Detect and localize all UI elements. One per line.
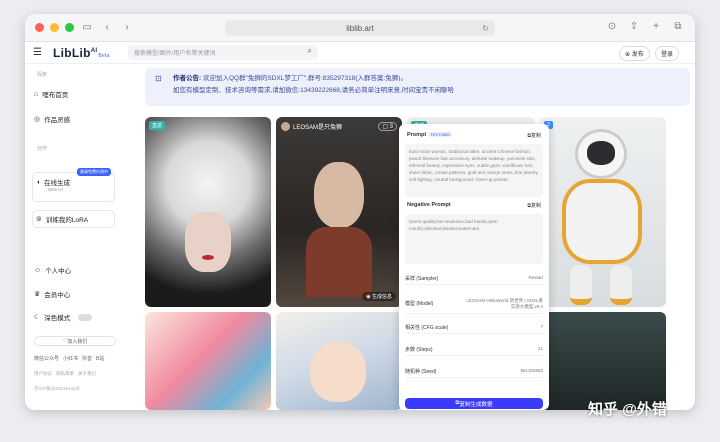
toggle-switch[interactable] bbox=[78, 313, 93, 321]
back-icon[interactable]: ‹ bbox=[100, 22, 114, 33]
gallery-card[interactable]: 直返 bbox=[145, 117, 271, 307]
astronaut-leg bbox=[610, 265, 632, 305]
hamburger-menu-icon[interactable]: ☰ bbox=[33, 47, 47, 58]
sidebar-item-inspiration[interactable]: ◎ 作品灵感 bbox=[34, 114, 70, 124]
prompt-text: East Asian woman, traditional attire, an… bbox=[405, 144, 543, 197]
download-icon[interactable]: ⊙ bbox=[605, 21, 619, 32]
sidebar: 探索 ⌂ 哩布首页 ◎ 作品灵感 创作 邀请免费内测中 ◐ 在线生成 Web UI ⊚… bbox=[25, 64, 122, 410]
portrait-face bbox=[310, 342, 366, 402]
generation-info-panel: Prompt TEXT2IMG ⧉复制 East Asian woman, tra… bbox=[399, 124, 549, 410]
portrait-face bbox=[185, 212, 231, 272]
sidebar-item-online-gen[interactable]: 邀请免费内测中 ◐ 在线生成 Web UI bbox=[32, 168, 115, 202]
join-us-button[interactable]: ♡ 加入我们 bbox=[34, 336, 116, 346]
card-badge: 直返 bbox=[149, 121, 166, 130]
maximize-window-button[interactable] bbox=[65, 23, 74, 32]
gallery-card[interactable]: 3 bbox=[540, 117, 666, 307]
visor-shape bbox=[587, 141, 615, 165]
sidebar-item-train-lora[interactable]: ⊚ 训练我的LoRA bbox=[32, 210, 115, 228]
moon-icon: ☾ bbox=[34, 314, 41, 321]
param-steps: 步数 (Steps) 21 bbox=[405, 343, 543, 356]
minimize-window-button[interactable] bbox=[50, 23, 59, 32]
user-icon: ☺ bbox=[34, 266, 42, 274]
bulb-icon: ◎ bbox=[34, 116, 41, 123]
author-name[interactable]: LEOSAM是只兔狮 bbox=[293, 122, 342, 131]
site-header: ☰ LibLibAIBeta 搜索模型/图片/用户名等关键词 ⌕ ⊕ 发布 登录 bbox=[25, 42, 695, 64]
author-notice: ⊡ 作者公告: 欢迎加入QQ群"兔狮的SDXL梦工厂",群号:835297318… bbox=[145, 68, 690, 106]
prompt-label: Prompt TEXT2IMG bbox=[407, 132, 453, 138]
new-tab-icon[interactable]: + bbox=[649, 21, 663, 32]
sidebar-section-explore: 探索 bbox=[37, 72, 48, 78]
footer-link[interactable]: 用户协议 bbox=[34, 371, 52, 377]
sidebar-item-home[interactable]: ⌂ 哩布首页 bbox=[34, 89, 68, 100]
footer-link[interactable]: 关于我们 bbox=[78, 371, 96, 377]
footer-link[interactable]: 微信公众号 bbox=[34, 355, 59, 362]
browser-chrome: ▭ ‹ › liblib.art ↻ ⊙ ⇪ + ⧉ bbox=[25, 14, 695, 42]
param-model: 模型 (Model) LEOSAM HelloWorld 新世界 | SDXL真实… bbox=[405, 294, 543, 314]
copy-negative-button[interactable]: ⧉复制 bbox=[527, 202, 541, 209]
portrait-face bbox=[314, 162, 364, 228]
copy-generation-data-button[interactable]: ⧉ 复制生成数据 bbox=[405, 398, 543, 409]
avatar[interactable] bbox=[281, 121, 290, 131]
beta-tag: 邀请免费内测中 bbox=[77, 168, 111, 176]
search-icon[interactable]: ⌕ bbox=[308, 46, 312, 56]
address-bar[interactable]: liblib.art ↻ bbox=[225, 20, 495, 36]
astronaut-leg bbox=[570, 265, 592, 305]
footer-link[interactable]: 隐私政策 bbox=[56, 371, 74, 377]
negative-prompt-label: Negative Prompt bbox=[407, 202, 451, 208]
portrait-robe bbox=[306, 227, 372, 297]
gallery-card[interactable] bbox=[145, 312, 271, 410]
search-input[interactable]: 搜索模型/图片/用户名等关键词 ⌕ bbox=[128, 45, 318, 60]
legal-links: 用户协议 隐私政策 关于我们 bbox=[34, 371, 96, 377]
vip-icon: ♛ bbox=[34, 291, 41, 298]
sidebar-section-create: 创作 bbox=[37, 146, 48, 152]
astronaut-suit bbox=[562, 179, 642, 264]
footer-link[interactable]: B站 bbox=[96, 355, 104, 362]
close-window-button[interactable] bbox=[35, 23, 44, 32]
zhihu-watermark: 知乎 @外错 bbox=[588, 401, 667, 418]
gallery-card[interactable] bbox=[276, 312, 402, 410]
login-button[interactable]: 登录 bbox=[655, 46, 680, 61]
browser-window: ▭ ‹ › liblib.art ↻ ⊙ ⇪ + ⧉ ☰ LibLibAIBet… bbox=[25, 14, 695, 410]
sidebar-toggle-icon[interactable]: ▭ bbox=[80, 22, 94, 33]
image-count: ▢ 3 bbox=[378, 121, 397, 131]
notice-icon: ⊡ bbox=[155, 74, 162, 83]
footer-link[interactable]: 小红书 bbox=[63, 355, 78, 362]
lips-shape bbox=[202, 255, 214, 260]
sidebar-item-member[interactable]: ♛ 会员中心 bbox=[34, 289, 70, 299]
gallery-card[interactable] bbox=[540, 312, 666, 410]
url-text: liblib.art bbox=[346, 23, 374, 33]
icp-text: 京ICP备2023015442号 bbox=[34, 386, 81, 391]
sidebar-item-personal[interactable]: ☺ 个人中心 bbox=[34, 265, 71, 276]
gallery-card-hovered[interactable]: LEOSAM是只兔狮 ▢ 3 ◉ 生成信息 bbox=[276, 117, 402, 307]
negative-prompt-text: (worst quality,low resolution,bad hands,… bbox=[405, 214, 543, 264]
publish-button[interactable]: ⊕ 发布 bbox=[619, 46, 650, 61]
site-logo[interactable]: LibLibAIBeta bbox=[53, 46, 110, 60]
param-sampler: 采样 (Sampler) Restart bbox=[405, 272, 543, 285]
share-icon[interactable]: ⇪ bbox=[627, 21, 641, 32]
param-seed: 随机种 (Seed) 961326582 bbox=[405, 365, 543, 378]
palette-icon: ◐ bbox=[37, 178, 41, 186]
copy-prompt-button[interactable]: ⧉复制 bbox=[527, 132, 541, 139]
footer-link[interactable]: 抖音 bbox=[82, 355, 92, 362]
train-icon: ⊚ bbox=[36, 216, 42, 223]
card-author-bar: LEOSAM是只兔狮 ▢ 3 bbox=[276, 117, 402, 135]
param-cfg: 相关性 (CFG scale) 7 bbox=[405, 321, 543, 334]
forward-icon[interactable]: › bbox=[120, 22, 134, 33]
home-icon: ⌂ bbox=[34, 90, 39, 98]
dark-mode-toggle[interactable]: ☾ 深色模式 bbox=[34, 312, 93, 322]
tabs-overview-icon[interactable]: ⧉ bbox=[671, 21, 685, 32]
social-links: 微信公众号 小红书 抖音 B站 bbox=[34, 355, 104, 362]
reload-icon[interactable]: ↻ bbox=[482, 24, 489, 33]
gen-info-button[interactable]: ◉ 生成信息 bbox=[362, 292, 396, 301]
